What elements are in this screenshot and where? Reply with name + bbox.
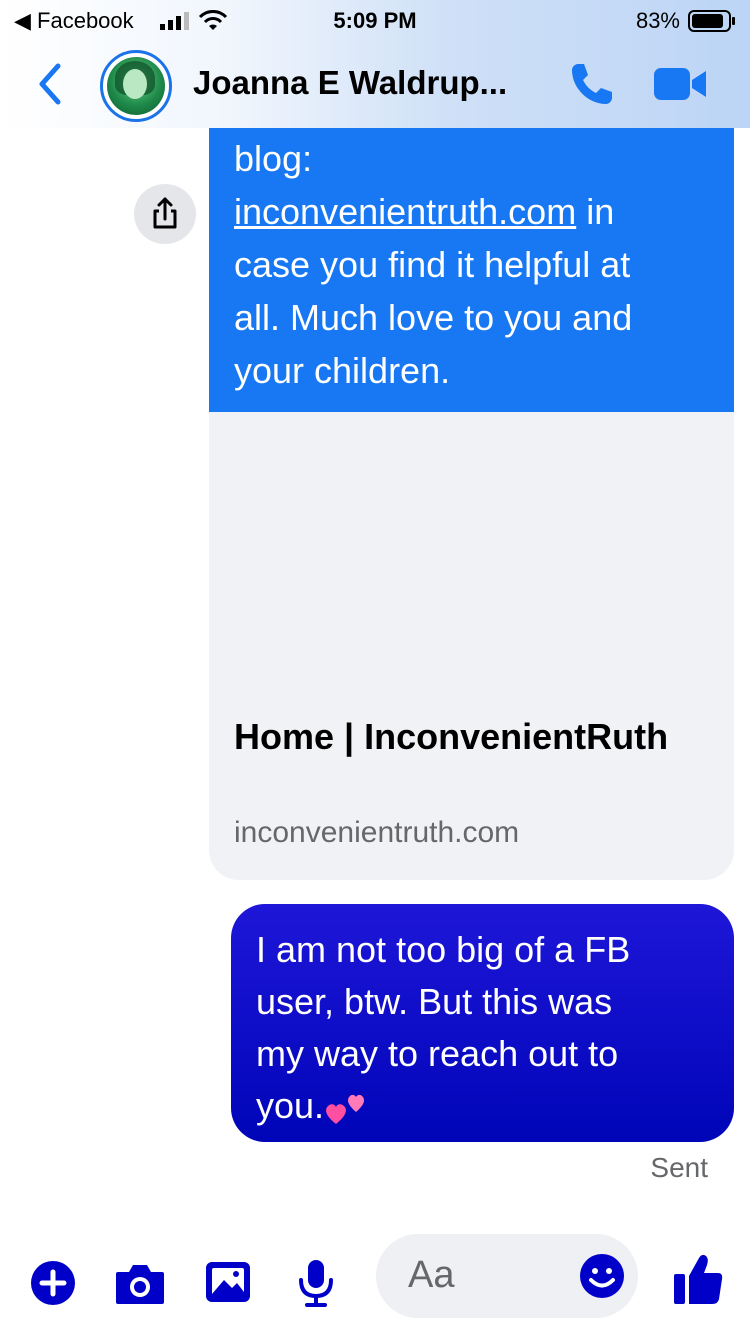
message-input-placeholder: Aa <box>408 1254 455 1296</box>
battery-percent: 83% <box>635 8 680 33</box>
phone-icon[interactable] <box>568 60 616 108</box>
message-line: blog: <box>234 138 313 179</box>
message-line: I am not too big of a FB <box>256 929 631 970</box>
share-button[interactable] <box>134 184 196 244</box>
status-bar: ◀ Facebook 5:09 PM 83% <box>0 0 750 40</box>
contact-avatar[interactable] <box>100 50 172 122</box>
share-icon <box>153 197 177 229</box>
photo-gallery-icon[interactable] <box>204 1260 252 1304</box>
conversation-header: ◀ Facebook 5:09 PM 83% Joanna E Waldrup.… <box>0 0 750 128</box>
message-line-with-link: inconvenientruth.com in <box>234 185 734 238</box>
microphone-icon[interactable] <box>296 1258 336 1308</box>
link-preview-domain: inconvenientruth.com <box>234 816 520 849</box>
contact-name[interactable]: Joanna E Waldrup... <box>193 64 507 102</box>
message-line-last: you. <box>256 1080 710 1132</box>
received-message-bubble[interactable]: blog: inconvenientruth.com in case you f… <box>209 110 734 412</box>
sent-message-bubble[interactable]: I am not too big of a FB user, btw. But … <box>231 904 734 1142</box>
camera-icon[interactable] <box>114 1260 166 1306</box>
message-line: your children. <box>234 350 451 391</box>
avatar-photo <box>107 57 165 115</box>
plus-icon[interactable] <box>30 1260 76 1306</box>
message-line: user, btw. But this was <box>256 981 613 1022</box>
link-preview-card[interactable]: Home | InconvenientRuth inconvenientruth… <box>209 412 734 880</box>
message-line: all. Much love to you and <box>234 297 633 338</box>
battery-icon <box>688 10 735 32</box>
message-input[interactable]: Aa <box>376 1234 638 1318</box>
message-text: in <box>576 191 615 232</box>
message-link[interactable]: inconvenientruth.com <box>234 191 576 232</box>
two-hearts-icon <box>326 1095 365 1125</box>
message-text: you. <box>256 1085 325 1126</box>
video-camera-icon[interactable] <box>652 64 708 104</box>
back-chevron-icon[interactable] <box>34 62 70 106</box>
sent-status-label: Sent <box>650 1152 708 1183</box>
emoji-icon[interactable] <box>578 1252 626 1300</box>
message-line: my way to reach out to <box>256 1033 619 1074</box>
message-line: case you find it helpful at <box>234 244 631 285</box>
link-preview-title: Home | InconvenientRuth <box>234 716 669 757</box>
message-composer: Aa <box>0 1230 750 1334</box>
thumbs-up-icon[interactable] <box>672 1252 724 1306</box>
avatar-face <box>123 69 147 99</box>
